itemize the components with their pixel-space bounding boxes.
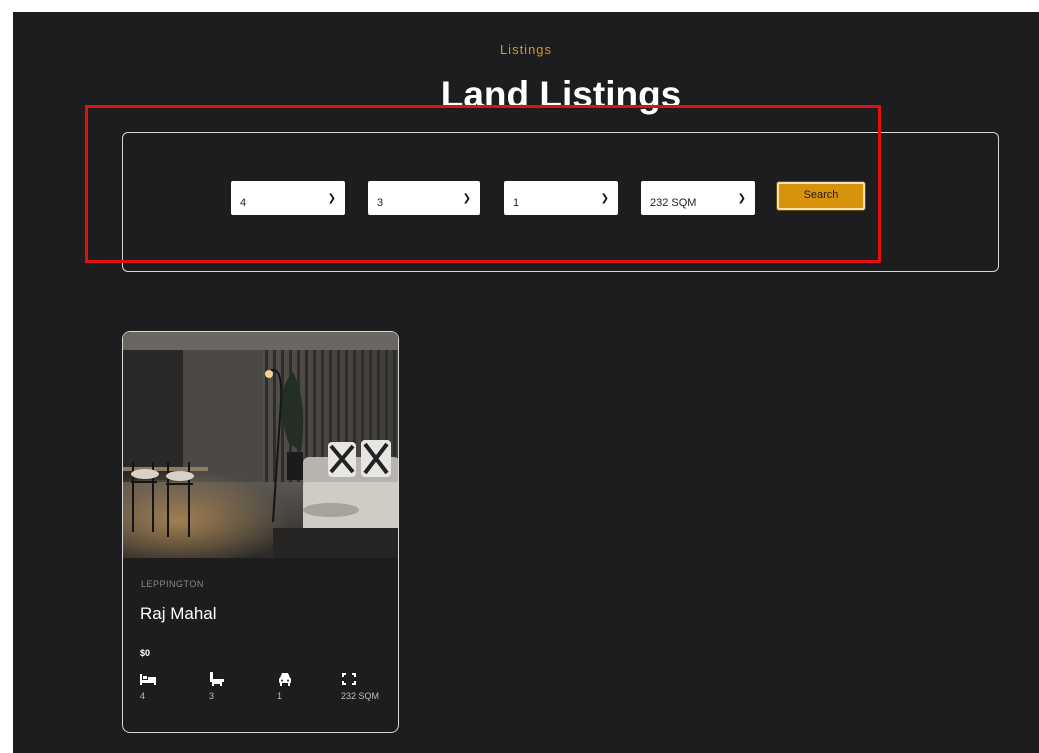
land-size-value: 232 SQM — [341, 691, 380, 701]
parking-select-value: 1 — [513, 197, 520, 209]
living-room-photo — [123, 332, 398, 558]
area-icon — [342, 673, 356, 685]
bathrooms-value: 3 — [209, 691, 215, 701]
land-size-select[interactable]: 232 SQM ❯ — [641, 181, 755, 215]
page-title: Land Listings — [440, 74, 682, 115]
bedrooms-select-value: 4 — [240, 197, 247, 209]
section-eyebrow: Listings — [499, 42, 553, 57]
listing-image[interactable] — [123, 332, 398, 558]
listing-suburb: LEPPINGTON — [141, 579, 204, 589]
chevron-down-icon: ❯ — [737, 193, 746, 204]
page: Listings Land Listings 4 ❯ 3 ❯ 1 ❯ 232 S… — [13, 12, 1039, 753]
bedrooms-select[interactable]: 4 ❯ — [231, 181, 345, 215]
search-button[interactable]: Search — [776, 181, 866, 211]
listing-card[interactable]: LEPPINGTON Raj Mahal $0 4 3 1 232 SQM — [122, 331, 399, 733]
parking-value: 1 — [277, 691, 283, 701]
car-icon — [279, 673, 291, 686]
land-size-select-value: 232 SQM — [650, 197, 697, 209]
listing-title[interactable]: Raj Mahal — [140, 604, 217, 624]
chevron-down-icon: ❯ — [462, 193, 471, 204]
bath-icon — [210, 672, 224, 686]
bedrooms-value: 4 — [140, 691, 146, 701]
bed-icon — [140, 674, 156, 685]
bathrooms-select-value: 3 — [377, 197, 384, 209]
bathrooms-feature: 3 — [209, 672, 259, 701]
parking-select[interactable]: 1 ❯ — [504, 181, 618, 215]
parking-feature: 1 — [277, 672, 327, 701]
bedrooms-feature: 4 — [140, 672, 190, 701]
land-size-feature: 232 SQM — [341, 672, 391, 701]
listing-price: $0 — [140, 648, 151, 658]
chevron-down-icon: ❯ — [600, 193, 609, 204]
chevron-down-icon: ❯ — [327, 193, 336, 204]
bathrooms-select[interactable]: 3 ❯ — [368, 181, 480, 215]
